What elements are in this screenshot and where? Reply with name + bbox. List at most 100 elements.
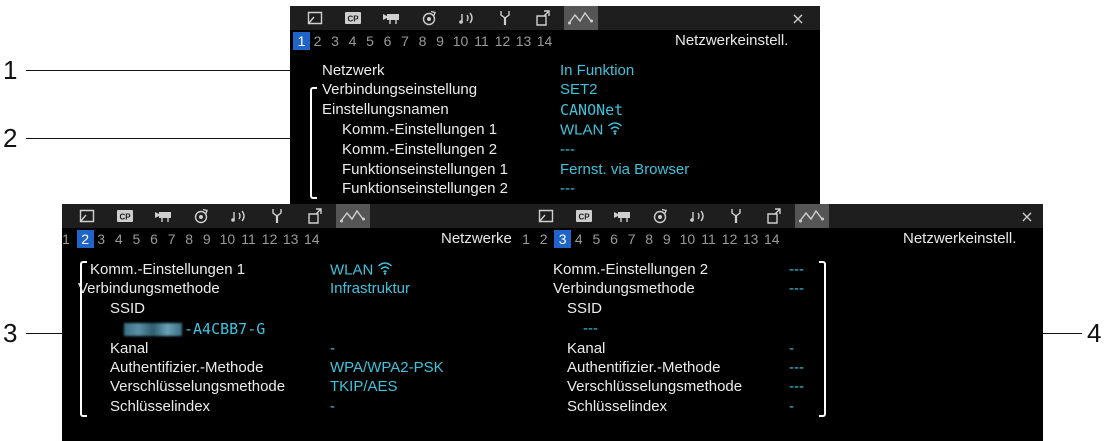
row-label-komm-1[interactable]: Komm.-Einstellungen 1 xyxy=(90,261,245,279)
page-number-1[interactable]: 1 xyxy=(62,230,73,248)
page-number-4[interactable]: 4 xyxy=(572,230,586,248)
page-number-7[interactable]: 7 xyxy=(165,230,179,248)
tab-audio[interactable] xyxy=(222,204,256,228)
row-label-funktion-2[interactable]: Funktionseinstellungen 2 xyxy=(342,180,508,198)
tab-camera[interactable] xyxy=(605,204,639,228)
page-number-10[interactable]: 10 xyxy=(217,230,237,248)
page-number-4[interactable]: 4 xyxy=(346,32,360,50)
page-number-6[interactable]: 6 xyxy=(607,230,621,248)
tab-image[interactable] xyxy=(298,6,332,30)
page-number-8[interactable]: 8 xyxy=(416,32,430,50)
page-number-10[interactable]: 10 xyxy=(451,32,471,50)
page-number-14[interactable]: 14 xyxy=(762,230,782,248)
custom-icon xyxy=(307,208,323,224)
row-label-kanal[interactable]: Kanal xyxy=(110,340,148,358)
page-number-2[interactable]: 2 xyxy=(76,230,94,248)
svg-text:CP: CP xyxy=(578,213,590,222)
page-number-14[interactable]: 14 xyxy=(535,32,555,50)
row-label-schluesselindex[interactable]: Schlüsselindex xyxy=(567,398,667,416)
tab-network[interactable] xyxy=(564,6,598,30)
row-label-schluesselindex[interactable]: Schlüsselindex xyxy=(110,398,210,416)
row-label-komm-2[interactable]: Komm.-Einstellungen 2 xyxy=(342,141,497,159)
row-value-schluesselindex: - xyxy=(330,398,335,415)
row-label-komm-1[interactable]: Komm.-Einstellungen 1 xyxy=(342,121,497,139)
page-number-8[interactable]: 8 xyxy=(642,230,656,248)
image-icon xyxy=(307,11,323,25)
page-number-4[interactable]: 4 xyxy=(112,230,126,248)
tab-custom[interactable] xyxy=(757,204,791,228)
close-icon[interactable]: × xyxy=(1015,204,1039,228)
tab-wrench[interactable] xyxy=(260,204,294,228)
row-label-verbindungsmethode[interactable]: Verbindungsmethode xyxy=(553,280,695,298)
page-number-12[interactable]: 12 xyxy=(260,230,280,248)
page-number-12[interactable]: 12 xyxy=(493,32,513,50)
page-number-13[interactable]: 13 xyxy=(741,230,761,248)
tab-custom[interactable] xyxy=(526,6,560,30)
page-number-2[interactable]: 2 xyxy=(311,32,325,50)
tab-custom[interactable] xyxy=(298,204,332,228)
page-number-3[interactable]: 3 xyxy=(328,32,342,50)
row-label-authentifizierung[interactable]: Authentifizier.-Methode xyxy=(567,359,720,377)
page-number-11[interactable]: 11 xyxy=(699,230,719,248)
page-number-7[interactable]: 7 xyxy=(398,32,412,50)
page-number-8[interactable]: 8 xyxy=(182,230,196,248)
page-number-3[interactable]: 3 xyxy=(94,230,108,248)
tab-wrench[interactable] xyxy=(719,204,753,228)
page-number-9[interactable]: 9 xyxy=(660,230,674,248)
row-label-ssid[interactable]: SSID xyxy=(110,300,145,318)
tab-image[interactable] xyxy=(529,204,563,228)
row-label-netzwerk[interactable]: Netzwerk xyxy=(322,62,385,80)
close-icon[interactable]: × xyxy=(786,6,810,30)
page-number-5[interactable]: 5 xyxy=(363,32,377,50)
page-number-5[interactable]: 5 xyxy=(589,230,603,248)
tab-network[interactable] xyxy=(795,204,829,228)
row-label-authentifizierung[interactable]: Authentifizier.-Methode xyxy=(110,359,263,377)
tab-camera[interactable] xyxy=(146,204,180,228)
row-value-ssid: --- xyxy=(583,320,598,337)
page-number-13[interactable]: 13 xyxy=(281,230,301,248)
row-label-verschluesselung[interactable]: Verschlüsselungsmethode xyxy=(110,378,285,396)
group-bracket xyxy=(819,261,826,417)
wrench-icon xyxy=(729,208,743,224)
row-label-verbindungsmethode[interactable]: Verbindungsmethode xyxy=(78,280,220,298)
tab-cp[interactable]: CP xyxy=(567,204,601,228)
dial-icon xyxy=(193,208,209,224)
tab-camera[interactable] xyxy=(374,6,408,30)
page-number-14[interactable]: 14 xyxy=(302,230,322,248)
row-value-authentifizierung: --- xyxy=(789,359,804,376)
page-number-6[interactable]: 6 xyxy=(147,230,161,248)
row-label-verschluesselung[interactable]: Verschlüsselungsmethode xyxy=(567,378,742,396)
tab-dial[interactable] xyxy=(184,204,218,228)
tab-dial[interactable] xyxy=(643,204,677,228)
tab-cp[interactable]: CP xyxy=(336,6,370,30)
row-label-einstellungsnamen[interactable]: Einstellungsnamen xyxy=(322,101,449,119)
page-number-12[interactable]: 12 xyxy=(720,230,740,248)
page-number-11[interactable]: 11 xyxy=(239,230,259,248)
page-number-6[interactable]: 6 xyxy=(381,32,395,50)
page-number-1[interactable]: 1 xyxy=(521,230,533,248)
wrench-icon xyxy=(270,208,284,224)
page-number-7[interactable]: 7 xyxy=(625,230,639,248)
tab-image[interactable] xyxy=(70,204,104,228)
page-number-2[interactable]: 2 xyxy=(537,230,551,248)
page-number-5[interactable]: 5 xyxy=(129,230,143,248)
tab-cp[interactable]: CP xyxy=(108,204,142,228)
page-number-10[interactable]: 10 xyxy=(677,230,697,248)
row-label-komm-2[interactable]: Komm.-Einstellungen 2 xyxy=(553,261,708,279)
tab-wrench[interactable] xyxy=(488,6,522,30)
tab-network[interactable] xyxy=(336,204,370,228)
group-bracket xyxy=(310,87,317,199)
row-label-ssid[interactable]: SSID xyxy=(567,300,602,318)
page-number-13[interactable]: 13 xyxy=(514,32,534,50)
page-number-11[interactable]: 11 xyxy=(472,32,492,50)
row-label-kanal[interactable]: Kanal xyxy=(567,340,605,358)
tab-audio[interactable] xyxy=(681,204,715,228)
page-number-9[interactable]: 9 xyxy=(433,32,447,50)
tab-audio[interactable] xyxy=(450,6,484,30)
row-label-verbindungseinstellung[interactable]: Verbindungseinstellung xyxy=(322,81,477,99)
page-number-1[interactable]: 1 xyxy=(293,32,310,50)
row-label-funktion-1[interactable]: Funktionseinstellungen 1 xyxy=(342,161,508,179)
tab-dial[interactable] xyxy=(412,6,446,30)
page-number-3[interactable]: 3 xyxy=(554,230,572,248)
page-number-9[interactable]: 9 xyxy=(200,230,214,248)
